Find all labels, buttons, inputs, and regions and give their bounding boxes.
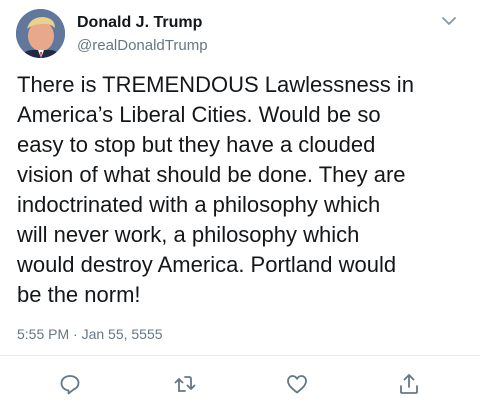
profile-photo-icon [16, 9, 65, 58]
share-button[interactable] [397, 372, 421, 396]
share-icon [400, 374, 418, 394]
tweet-text: There is TREMENDOUS Lawlessness in Ameri… [17, 72, 414, 307]
author-handle[interactable]: @realDonaldTrump [77, 37, 208, 54]
divider [0, 355, 480, 356]
retweet-button[interactable] [173, 372, 197, 396]
heart-icon [287, 375, 307, 394]
like-button[interactable] [285, 372, 309, 396]
author-name[interactable]: Donald J. Trump [77, 14, 202, 32]
chevron-down-icon[interactable] [440, 14, 458, 28]
reply-icon [60, 375, 80, 395]
avatar[interactable] [16, 9, 65, 58]
tweet-timestamp[interactable]: 5:55 PM · Jan 55, 5555 [17, 326, 163, 342]
reply-button[interactable] [58, 372, 82, 396]
tweet-card: Donald J. Trump @realDonaldTrump There i… [0, 0, 480, 410]
retweet-icon [174, 376, 196, 392]
